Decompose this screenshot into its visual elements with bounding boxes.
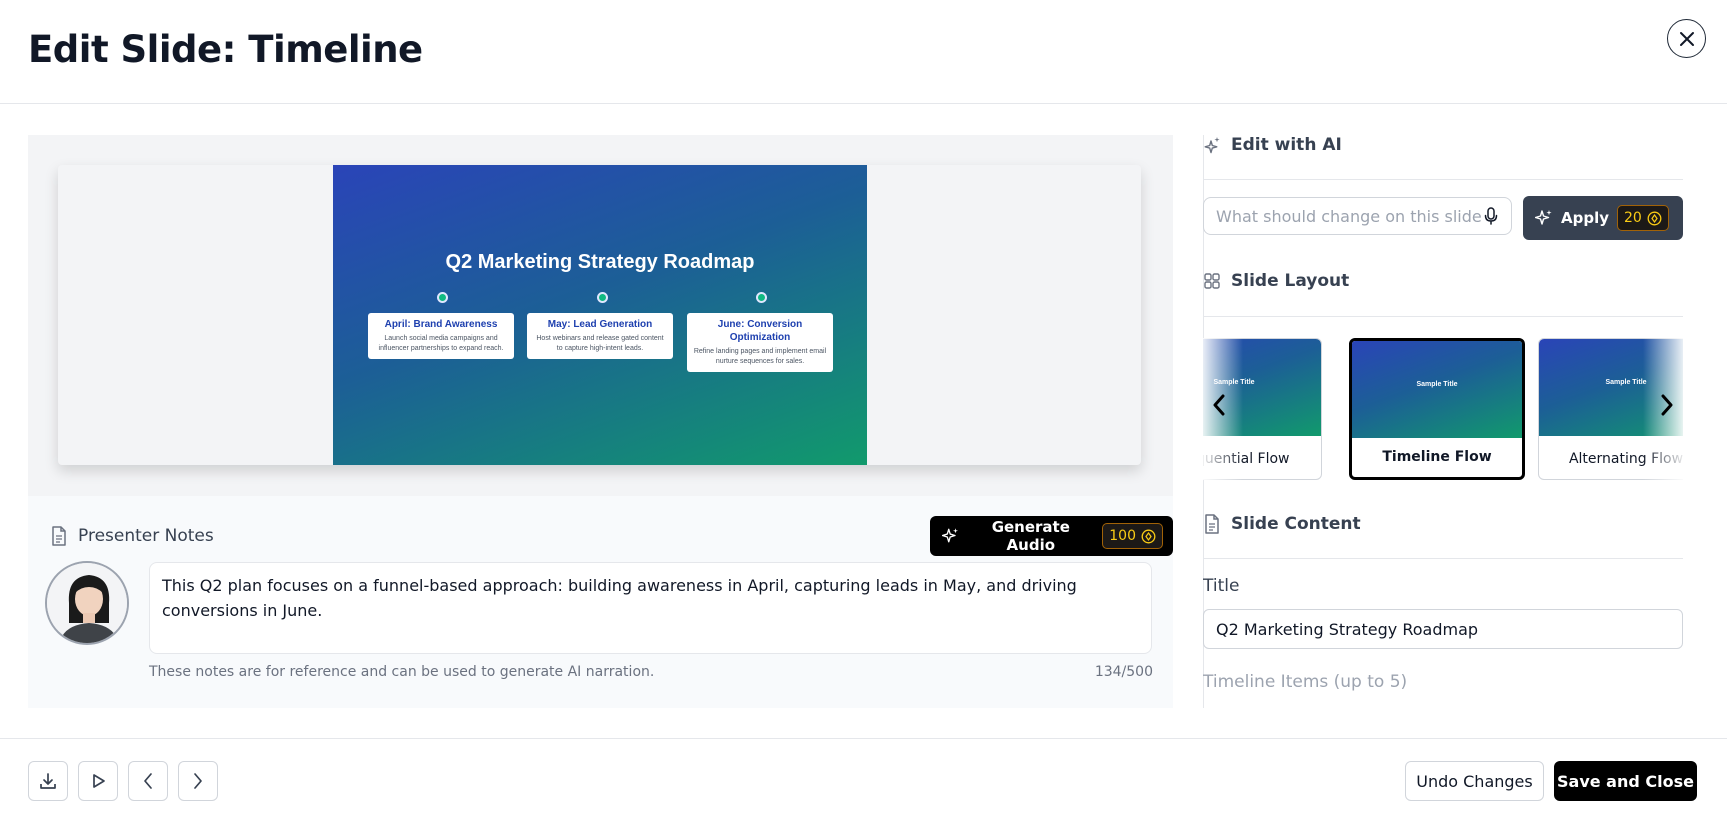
- coin-icon: [1141, 529, 1156, 543]
- download-icon: [40, 773, 56, 789]
- layout-thumbnail: Sample Title: [1539, 339, 1683, 436]
- presenter-notes-textarea[interactable]: This Q2 plan focuses on a funnel-based a…: [149, 562, 1152, 654]
- undo-changes-button[interactable]: Undo Changes: [1405, 761, 1544, 801]
- save-and-close-button[interactable]: Save and Close: [1554, 761, 1697, 801]
- generate-audio-label: Generate Audio: [991, 518, 1070, 554]
- slide-title: Q2 Marketing Strategy Roadmap: [445, 251, 755, 273]
- edit-ai-section-header: Edit with AI: [1203, 135, 1342, 155]
- modal-footer: Undo Changes Save and Close: [0, 738, 1727, 822]
- document-icon: [52, 526, 66, 546]
- slide-content-section-header: Slide Content: [1203, 514, 1361, 534]
- ai-instruction-field[interactable]: [1203, 197, 1512, 235]
- layout-thumbnail: Sample Title: [1352, 341, 1522, 438]
- layout-option-name: Timeline Flow: [1382, 449, 1492, 465]
- slide-content-label: Slide Content: [1231, 514, 1361, 534]
- character-count: 134/500: [1094, 664, 1153, 680]
- coin-icon: [1647, 211, 1662, 225]
- left-panel: Q2 Marketing Strategy Roadmap April: Bra…: [28, 135, 1173, 708]
- grid-icon: [1204, 273, 1220, 289]
- credit-cost: 100: [1109, 528, 1136, 544]
- timeline-card: May: Lead Generation Host webinars and r…: [527, 313, 673, 359]
- sparkles-icon: [1204, 137, 1220, 154]
- layout-carousel: Sample Title Sequential Flow Sample Titl…: [1203, 338, 1683, 480]
- timeline-card-title: April: Brand Awareness: [384, 319, 498, 330]
- ai-instruction-input[interactable]: [1216, 206, 1483, 226]
- chevron-left-icon: [144, 773, 152, 789]
- apply-label: Apply: [1561, 209, 1610, 227]
- carousel-next-button[interactable]: [1655, 390, 1679, 420]
- timeline-card-title: June: Conversion Optimization: [717, 319, 803, 343]
- timeline-dot: [597, 292, 608, 303]
- layout-thumb-title: Sample Title: [1416, 381, 1458, 388]
- slide-preview-area: Q2 Marketing Strategy Roadmap April: Bra…: [28, 135, 1173, 496]
- chevron-left-icon: [1213, 394, 1225, 416]
- divider: [1203, 316, 1683, 317]
- timeline-dot: [756, 292, 767, 303]
- chevron-right-icon: [194, 773, 202, 789]
- timeline-card: April: Brand Awareness Launch social med…: [368, 313, 514, 359]
- timeline-card-title: May: Lead Generation: [547, 319, 653, 330]
- right-panel-body: Edit with AI Apply 20 Slide Layout Sampl…: [1203, 135, 1683, 708]
- layout-thumbnail: Sample Title: [1203, 339, 1321, 436]
- layout-thumb-title: Sample Title: [1213, 379, 1255, 386]
- next-slide-button[interactable]: [178, 761, 218, 801]
- divider: [1203, 558, 1683, 559]
- chevron-right-icon: [1661, 394, 1673, 416]
- timeline-card: June: Conversion Optimization Refine lan…: [687, 313, 833, 372]
- sparkles-icon: [1535, 210, 1552, 225]
- download-button[interactable]: [28, 761, 68, 801]
- title-field-label: Title: [1203, 576, 1240, 596]
- previous-slide-button[interactable]: [128, 761, 168, 801]
- close-button[interactable]: [1667, 19, 1706, 58]
- notes-hint: These notes are for reference and can be…: [149, 664, 655, 680]
- page-title: Edit Slide: Timeline: [28, 28, 423, 71]
- layout-thumb-title: Sample Title: [1605, 379, 1647, 386]
- presenter-avatar-image: [47, 563, 127, 643]
- generate-audio-button[interactable]: Generate Audio 100: [930, 516, 1173, 556]
- layout-option-timeline[interactable]: Sample Title Timeline Flow: [1349, 338, 1525, 480]
- timeline-items-label: Timeline Items (up to 5): [1203, 672, 1408, 692]
- layout-option-name: Alternating Flow: [1568, 451, 1683, 467]
- layout-option-name: Sequential Flow: [1203, 451, 1290, 467]
- credit-cost: 20: [1624, 210, 1642, 226]
- timeline-card-desc: Launch social media campaigns and influe…: [378, 335, 504, 352]
- avatar[interactable]: [45, 561, 129, 645]
- modal-header: Edit Slide: Timeline: [0, 0, 1727, 104]
- slide-layout-label: Slide Layout: [1231, 271, 1350, 291]
- sparkles-icon: [942, 528, 958, 543]
- play-icon: [93, 774, 105, 788]
- close-icon: [1679, 31, 1694, 46]
- title-input[interactable]: [1203, 609, 1683, 649]
- credit-badge: 20: [1617, 205, 1669, 231]
- divider: [1203, 179, 1683, 180]
- timeline-card-desc: Host webinars and release gated content …: [536, 335, 664, 352]
- slide-canvas: Q2 Marketing Strategy Roadmap April: Bra…: [333, 165, 867, 465]
- presenter-notes-label: Presenter Notes: [78, 526, 214, 546]
- edit-ai-label: Edit with AI: [1231, 135, 1342, 155]
- carousel-prev-button[interactable]: [1207, 390, 1231, 420]
- microphone-icon[interactable]: [1483, 206, 1499, 226]
- timeline-card-desc: Refine landing pages and implement email…: [693, 348, 827, 365]
- generate-audio-wrapper: Generate Audio 100: [930, 516, 1173, 556]
- document-icon: [1205, 514, 1219, 534]
- slide-layout-section-header: Slide Layout: [1203, 271, 1349, 291]
- apply-button[interactable]: Apply 20: [1523, 196, 1683, 240]
- slide-preview-card: Q2 Marketing Strategy Roadmap April: Bra…: [58, 165, 1141, 465]
- credit-badge: 100: [1102, 523, 1163, 549]
- timeline-dot: [437, 292, 448, 303]
- play-button[interactable]: [78, 761, 118, 801]
